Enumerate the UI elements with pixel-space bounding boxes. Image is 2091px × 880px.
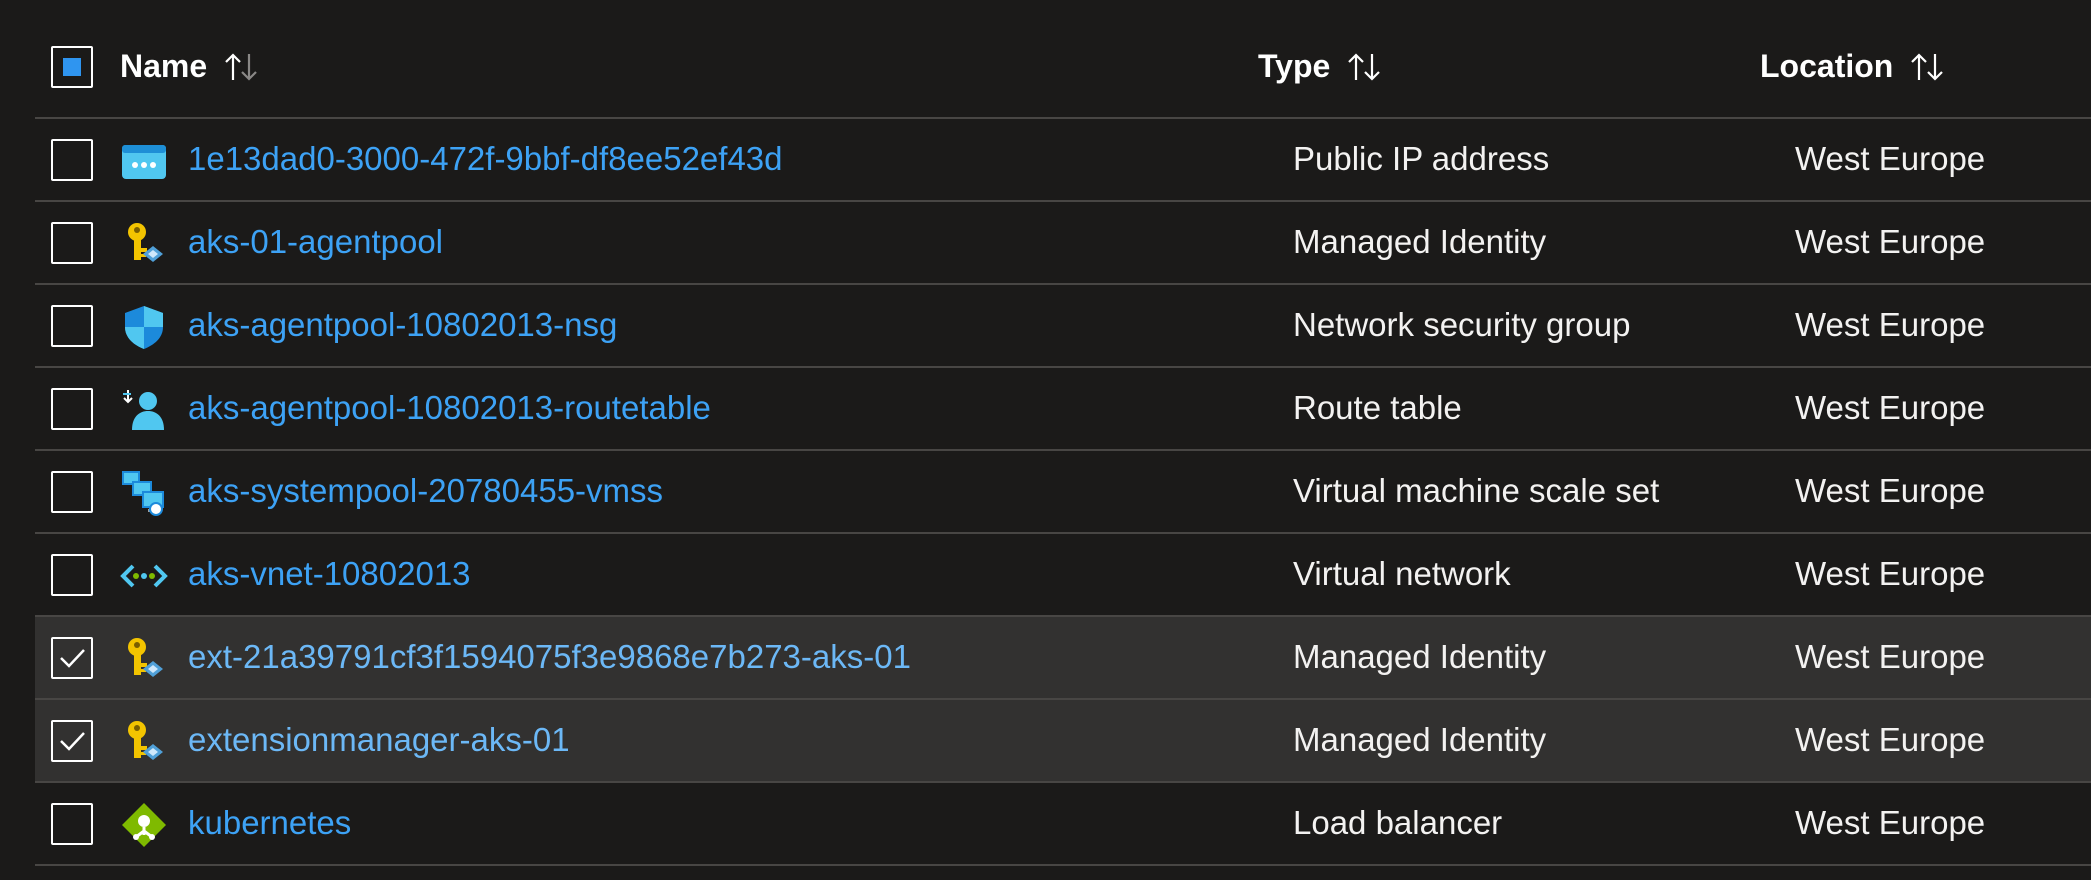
resource-type: Managed Identity (1293, 721, 1547, 758)
public-ip-icon (120, 137, 168, 185)
resource-type: Public IP address (1293, 140, 1550, 177)
resource-name-link[interactable]: kubernetes (188, 802, 351, 844)
name-column-header[interactable]: Name (120, 48, 261, 85)
table-row[interactable]: aks-agentpool-10802013-routetable Route … (35, 368, 2091, 451)
checkmark-icon (60, 732, 85, 751)
resource-type: Virtual machine scale set (1293, 472, 1660, 509)
select-all-checkbox[interactable] (51, 46, 93, 88)
load-balancer-icon (120, 801, 168, 849)
row-checkbox[interactable] (51, 803, 93, 845)
table-row[interactable]: aks-agentpool-10802013-nsg Network secur… (35, 285, 2091, 368)
table-row[interactable]: aks-vnet-10802013 Virtual network West E… (35, 534, 2091, 617)
table-row[interactable]: extensionmanager-aks-01 Managed Identity… (35, 700, 2091, 783)
resource-location: West Europe (1795, 223, 1986, 260)
managed-identity-icon (120, 718, 168, 766)
resource-type: Managed Identity (1293, 638, 1547, 675)
row-checkbox[interactable] (51, 139, 93, 181)
row-checkbox[interactable] (51, 720, 93, 762)
sort-icon[interactable] (221, 50, 261, 84)
resource-type: Virtual network (1293, 555, 1511, 592)
table-row[interactable]: 1e13dad0-3000-472f-9bbf-df8ee52ef43d Pub… (35, 119, 2091, 202)
table-row[interactable]: aks-systempool-20780455-vmss Virtual mac… (35, 451, 2091, 534)
network-security-group-icon (120, 303, 168, 351)
resource-name-link[interactable]: aks-vnet-10802013 (188, 553, 471, 595)
resource-location: West Europe (1795, 638, 1986, 675)
resource-type: Network security group (1293, 306, 1631, 343)
table-row[interactable]: aks-01-agentpool Managed Identity West E… (35, 202, 2091, 285)
resource-name-link[interactable]: ext-21a39791cf3f1594075f3e9868e7b273-aks… (188, 636, 911, 678)
resource-location: West Europe (1795, 140, 1986, 177)
route-table-icon (120, 386, 168, 434)
resource-grid: Name Type Location 1e13dad0-3000-472f-9b… (35, 0, 2091, 866)
managed-identity-icon (120, 635, 168, 683)
resource-name-link[interactable]: 1e13dad0-3000-472f-9bbf-df8ee52ef43d (188, 138, 783, 180)
row-checkbox[interactable] (51, 222, 93, 264)
virtual-network-icon (120, 552, 168, 600)
resource-name-link[interactable]: aks-01-agentpool (188, 221, 443, 263)
row-checkbox[interactable] (51, 637, 93, 679)
row-checkbox[interactable] (51, 388, 93, 430)
resource-location: West Europe (1795, 306, 1986, 343)
resource-location: West Europe (1795, 804, 1986, 841)
table-row[interactable]: ext-21a39791cf3f1594075f3e9868e7b273-aks… (35, 617, 2091, 700)
row-checkbox[interactable] (51, 305, 93, 347)
grid-header: Name Type Location (35, 0, 2091, 119)
resource-name-link[interactable]: extensionmanager-aks-01 (188, 719, 570, 761)
resource-type: Load balancer (1293, 804, 1503, 841)
sort-icon[interactable] (1907, 50, 1947, 84)
resource-name-link[interactable]: aks-agentpool-10802013-nsg (188, 304, 617, 346)
checkmark-icon (60, 649, 85, 668)
resource-type: Route table (1293, 389, 1462, 426)
resource-type: Managed Identity (1293, 223, 1547, 260)
vmss-icon (120, 469, 168, 517)
resource-location: West Europe (1795, 472, 1986, 509)
row-checkbox[interactable] (51, 471, 93, 513)
row-checkbox[interactable] (51, 554, 93, 596)
table-row[interactable]: kubernetes Load balancer West Europe (35, 783, 2091, 866)
sort-icon[interactable] (1344, 50, 1384, 84)
type-column-header[interactable]: Type (1258, 48, 1384, 85)
resource-location: West Europe (1795, 555, 1986, 592)
resource-location: West Europe (1795, 721, 1986, 758)
resource-location: West Europe (1795, 389, 1986, 426)
managed-identity-icon (120, 220, 168, 268)
location-column-header[interactable]: Location (1760, 48, 1947, 85)
resource-name-link[interactable]: aks-agentpool-10802013-routetable (188, 387, 711, 429)
resource-name-link[interactable]: aks-systempool-20780455-vmss (188, 470, 663, 512)
